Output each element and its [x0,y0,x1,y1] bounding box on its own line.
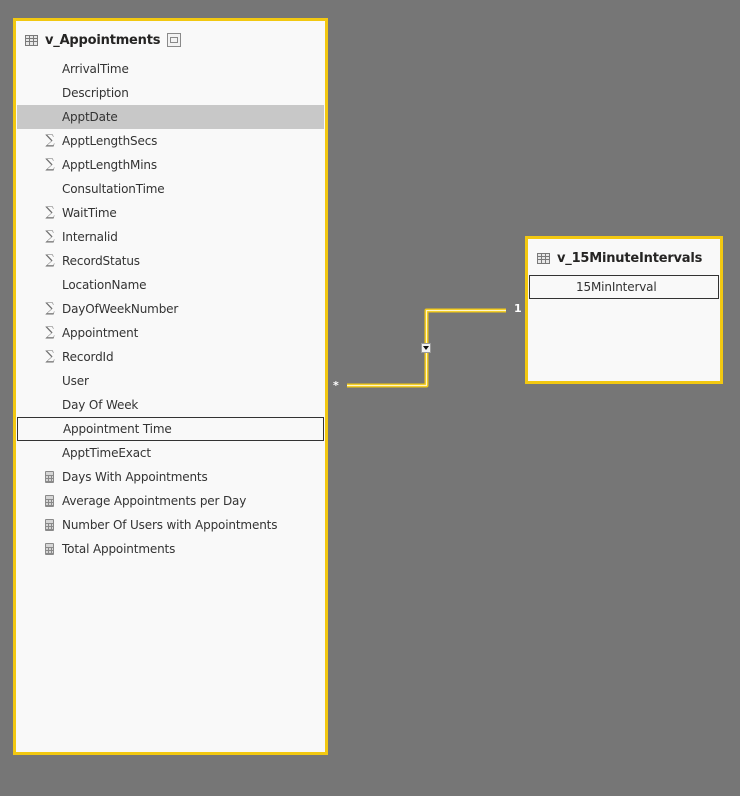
field-row[interactable]: Description [17,81,324,105]
one-cardinality-label: 1 [514,302,522,315]
field-label: Number Of Users with Appointments [62,518,278,532]
field-label: RecordId [62,350,114,364]
field-row[interactable]: ∑ ApptLengthSecs [17,129,324,153]
field-row[interactable]: ArrivalTime [17,57,324,81]
field-row[interactable]: Total Appointments [17,537,324,561]
field-row[interactable]: ∑ WaitTime [17,201,324,225]
field-row[interactable]: Days With Appointments [17,465,324,489]
field-label: ApptLengthMins [62,158,157,172]
sigma-icon: ∑ [45,349,55,364]
table-icon [25,34,38,46]
field-row[interactable]: ∑ Appointment [17,321,324,345]
table-title: v_15MinuteIntervals [557,250,703,266]
field-label: WaitTime [62,206,117,220]
field-label: DayOfWeekNumber [62,302,179,316]
field-row[interactable]: Day Of Week [17,393,324,417]
table-card-v-15minuteintervals[interactable]: v_15MinuteIntervals 15MinInterval [525,236,723,384]
sigma-icon: ∑ [45,229,55,244]
field-row[interactable]: ApptDate [17,105,324,129]
field-label: 15MinInterval [576,280,657,294]
field-row[interactable]: ∑ DayOfWeekNumber [17,297,324,321]
calculator-icon [45,471,54,483]
calculator-icon [45,495,54,507]
collapse-icon[interactable] [167,33,182,47]
field-label: ConsultationTime [62,182,165,196]
sigma-icon: ∑ [45,325,55,340]
field-label: Days With Appointments [62,470,208,484]
sigma-icon: ∑ [45,133,55,148]
field-label: Average Appointments per Day [62,494,247,508]
sigma-icon: ∑ [45,205,55,220]
field-row[interactable]: Appointment Time [17,417,324,441]
field-label: LocationName [62,278,147,292]
calculator-icon [45,543,54,555]
sigma-icon: ∑ [45,157,55,172]
table-title: v_Appointments [45,32,161,48]
field-label: ArrivalTime [62,62,129,76]
field-row[interactable]: ∑ RecordId [17,345,324,369]
field-row[interactable]: ApptTimeExact [17,441,324,465]
field-list: 15MinInterval [529,275,719,299]
field-row[interactable]: ∑ Internalid [17,225,324,249]
field-row[interactable]: LocationName [17,273,324,297]
table-card-v-appointments[interactable]: v_Appointments ArrivalTime Description App… [13,18,328,755]
field-label: User [62,374,89,388]
field-label: ApptTimeExact [62,446,151,460]
calculator-icon [45,519,54,531]
field-label: Total Appointments [62,542,176,556]
field-row[interactable]: ∑ ApptLengthMins [17,153,324,177]
table-icon [537,252,550,264]
table-card-header[interactable]: v_15MinuteIntervals [537,248,702,268]
field-list: ArrivalTime Description ApptDate ∑ ApptLengt… [17,57,324,561]
field-label: ApptDate [62,110,118,124]
field-label: Appointment [62,326,139,340]
field-label: Internalid [62,230,118,244]
sigma-icon: ∑ [45,253,55,268]
field-row[interactable]: Average Appointments per Day [17,489,324,513]
field-row[interactable]: User [17,369,324,393]
table-card-header[interactable]: v_Appointments [25,30,182,50]
field-row[interactable]: 15MinInterval [529,275,719,299]
sigma-icon: ∑ [45,301,55,316]
field-row[interactable]: ConsultationTime [17,177,324,201]
cross-filter-direction-arrow-icon[interactable] [421,343,431,353]
field-label: Description [62,86,129,100]
field-row[interactable]: ∑ RecordStatus [17,249,324,273]
field-row[interactable]: Number Of Users with Appointments [17,513,324,537]
field-label: ApptLengthSecs [62,134,158,148]
many-cardinality-label: * [333,379,339,392]
field-label: Day Of Week [62,398,139,412]
field-label: RecordStatus [62,254,140,268]
field-label: Appointment Time [63,422,172,436]
